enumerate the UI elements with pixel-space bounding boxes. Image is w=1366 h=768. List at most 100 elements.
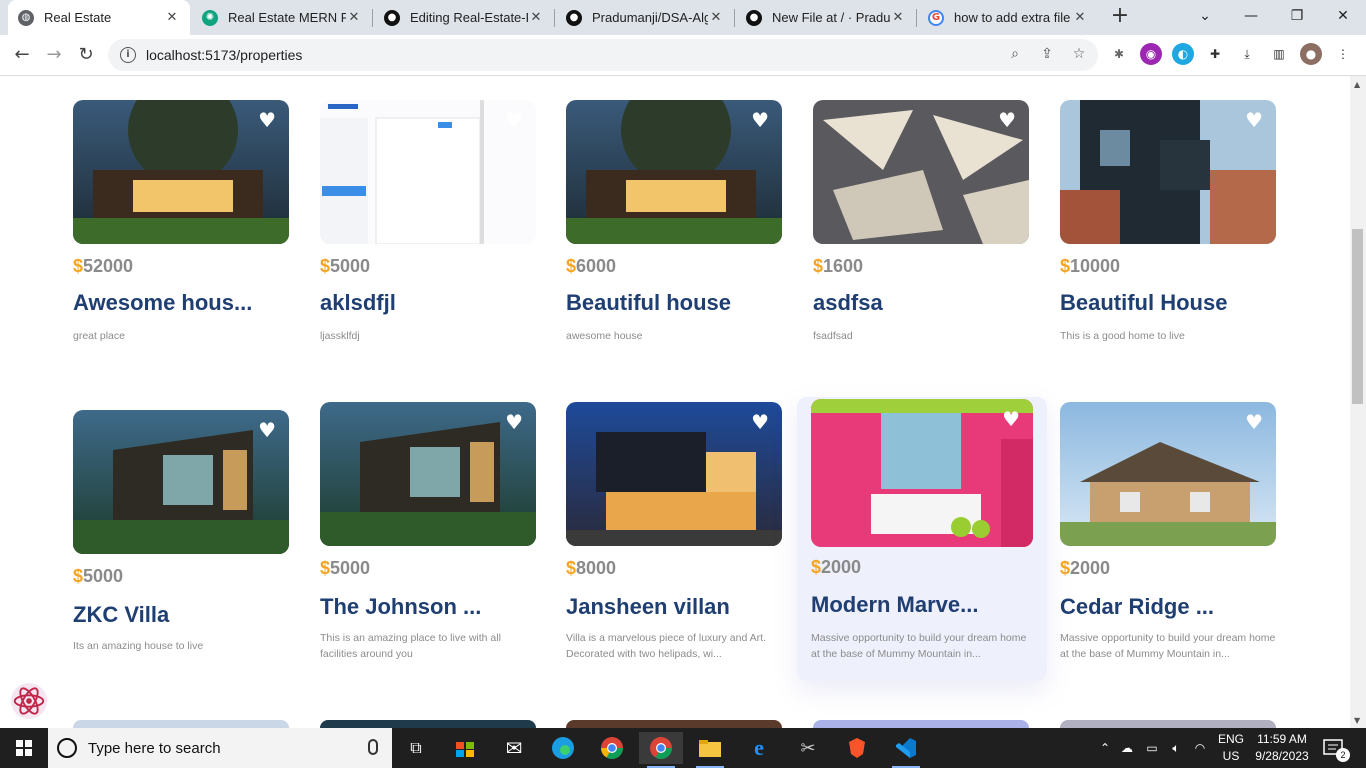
tab-editing-real-estate[interactable]: ● Editing Real-Estate-Fu ✕ (374, 0, 554, 35)
forward-button[interactable]: → (40, 41, 68, 69)
property-image[interactable]: ♥ (320, 100, 536, 244)
favorite-heart-icon[interactable]: ♥ (258, 420, 276, 440)
address-bar[interactable]: i localhost:5173/properties (108, 39, 1098, 71)
favorite-heart-icon[interactable]: ♥ (751, 110, 769, 130)
brave-icon[interactable] (835, 732, 879, 764)
volume-icon[interactable]: 🔈︎ (1164, 741, 1188, 756)
input-language[interactable]: ENG US (1214, 731, 1248, 765)
property-image-partial[interactable] (73, 720, 289, 728)
download-icon[interactable]: ⤓ (1236, 43, 1258, 65)
language-code: ENG (1217, 732, 1244, 746)
file-explorer-icon[interactable] (688, 732, 732, 768)
property-image-partial[interactable] (813, 720, 1029, 728)
profile-avatar[interactable]: ● (1300, 43, 1322, 65)
tab-real-estate[interactable]: ◍ Real Estate ✕ (8, 0, 190, 35)
property-card[interactable]: ♥ $10000 Beautiful House This is a good … (1060, 100, 1276, 360)
chrome-menu-icon[interactable]: ⋮ (1332, 43, 1354, 65)
vscode-icon[interactable] (884, 732, 928, 768)
property-image[interactable]: ♥ (566, 100, 782, 244)
minimize-button[interactable]: — (1228, 0, 1274, 32)
chrome-profile-icon[interactable] (639, 732, 683, 768)
property-image[interactable]: ♥ (811, 399, 1033, 547)
favorite-heart-icon[interactable]: ♥ (505, 110, 523, 130)
property-image[interactable]: ♥ (813, 100, 1029, 244)
microphone-icon[interactable] (368, 739, 378, 755)
wifi-icon[interactable]: ◠ (1188, 741, 1212, 755)
new-tab-button[interactable]: + (1106, 3, 1134, 31)
close-tab-icon[interactable]: ✕ (890, 10, 906, 25)
google-icon: G (928, 9, 944, 26)
battery-icon[interactable]: ▭ (1140, 741, 1164, 755)
favorite-heart-icon[interactable]: ♥ (1245, 412, 1263, 432)
task-view-icon[interactable]: ⧉ (394, 732, 438, 764)
property-card[interactable]: ♥ $5000 The Johnson ... This is an amazi… (320, 402, 536, 662)
windows-taskbar: Type here to search ⧉ ✉ e ✂ ⌃ ☁ ▭ 🔈︎ ◠ E… (0, 728, 1366, 768)
tab-search-chevron-icon[interactable]: ⌄ (1182, 0, 1228, 32)
favorite-heart-icon[interactable]: ♥ (1002, 409, 1020, 429)
tab-google-search[interactable]: G how to add extra file ✕ (918, 0, 1098, 35)
property-card[interactable]: ♥ $2000 Cedar Ridge ... Massive opportun… (1060, 402, 1276, 662)
windows-start-icon[interactable] (0, 728, 48, 768)
chrome-icon[interactable] (590, 732, 634, 764)
property-card[interactable]: ♥ $5000 ZKC Villa Its an amazing house t… (73, 410, 289, 670)
back-button[interactable]: ← (8, 41, 36, 69)
restore-button[interactable]: ❐ (1274, 0, 1320, 32)
reload-button[interactable]: ↻ (72, 41, 100, 69)
close-tab-icon[interactable]: ✕ (528, 10, 544, 25)
react-devtools-icon[interactable] (10, 682, 48, 720)
property-image-partial[interactable] (566, 720, 782, 728)
property-card[interactable]: ♥ $5000 aklsdfjl ljassklfdj (320, 100, 536, 360)
scroll-up-arrow-icon[interactable]: ▲ (1354, 80, 1360, 89)
bookmark-star-icon[interactable]: ☆ (1068, 43, 1090, 65)
property-image-partial[interactable] (320, 720, 536, 728)
site-info-icon[interactable]: i (120, 47, 136, 63)
property-image[interactable]: ♥ (1060, 100, 1276, 244)
close-tab-icon[interactable]: ✕ (164, 10, 180, 25)
property-price: $2000 (1060, 558, 1110, 579)
favorite-heart-icon[interactable]: ♥ (505, 412, 523, 432)
scrollbar-thumb[interactable] (1352, 229, 1363, 404)
cloud-network-icon[interactable]: ☁ (1114, 741, 1140, 755)
property-image[interactable]: ♥ (73, 100, 289, 244)
zoom-icon[interactable]: ⌕ (1004, 43, 1026, 65)
property-image[interactable]: ♥ (566, 402, 782, 546)
close-window-button[interactable]: ✕ (1320, 0, 1366, 32)
property-image[interactable]: ♥ (73, 410, 289, 554)
tab-new-file[interactable]: ● New File at / · Pradum ✕ (736, 0, 916, 35)
taskbar-search-box[interactable]: Type here to search (48, 728, 392, 768)
scroll-down-arrow-icon[interactable]: ▼ (1354, 716, 1360, 725)
property-image-partial[interactable] (1060, 720, 1276, 728)
edge-icon[interactable] (541, 732, 585, 764)
bug-extension-icon[interactable]: ✱ (1108, 43, 1130, 65)
favorite-heart-icon[interactable]: ♥ (1245, 110, 1263, 130)
taskbar-clock[interactable]: 11:59 AM 9/28/2023 (1244, 731, 1320, 765)
property-card-hovered[interactable]: ♥ $2000 Modern Marve... Massive opportun… (797, 397, 1047, 681)
internet-explorer-icon[interactable]: e (737, 732, 781, 764)
snipping-tool-icon[interactable]: ✂ (786, 732, 830, 764)
tab-real-estate-mern[interactable]: ✺ Real Estate MERN Pro ✕ (192, 0, 372, 35)
property-card[interactable]: ♥ $8000 Jansheen villan Villa is a marve… (566, 402, 782, 662)
property-card[interactable]: ♥ $1600 asdfsa fsadfsad (813, 100, 1029, 360)
property-card[interactable]: ♥ $52000 Awesome hous... great place (73, 100, 289, 360)
favorite-heart-icon[interactable]: ♥ (998, 110, 1016, 130)
extension-blue-icon[interactable]: ◐ (1172, 43, 1194, 65)
close-tab-icon[interactable]: ✕ (1072, 10, 1088, 25)
favorite-heart-icon[interactable]: ♥ (258, 110, 276, 130)
favorite-heart-icon[interactable]: ♥ (751, 412, 769, 432)
extension-purple-icon[interactable]: ◉ (1140, 43, 1162, 65)
property-image[interactable]: ♥ (320, 402, 536, 546)
share-icon[interactable]: ⇪ (1036, 43, 1058, 65)
side-panel-icon[interactable]: ▥ (1268, 43, 1290, 65)
notification-center-icon[interactable]: 2 (1322, 736, 1350, 762)
show-hidden-icons-chevron-icon[interactable]: ⌃ (1096, 741, 1114, 755)
property-image[interactable]: ♥ (1060, 402, 1276, 546)
close-tab-icon[interactable]: ✕ (346, 10, 362, 25)
close-tab-icon[interactable]: ✕ (708, 10, 724, 25)
tab-separator (734, 9, 735, 27)
microsoft-store-icon[interactable] (443, 732, 487, 764)
mail-icon[interactable]: ✉ (492, 732, 536, 764)
property-card[interactable]: ♥ $6000 Beautiful house awesome house (566, 100, 782, 360)
extensions-puzzle-icon[interactable]: ✚ (1204, 43, 1226, 65)
page-scrollbar[interactable]: ▲ ▼ (1350, 76, 1366, 728)
tab-dsa-algo[interactable]: ● Pradumanji/DSA-Algo ✕ (556, 0, 734, 35)
